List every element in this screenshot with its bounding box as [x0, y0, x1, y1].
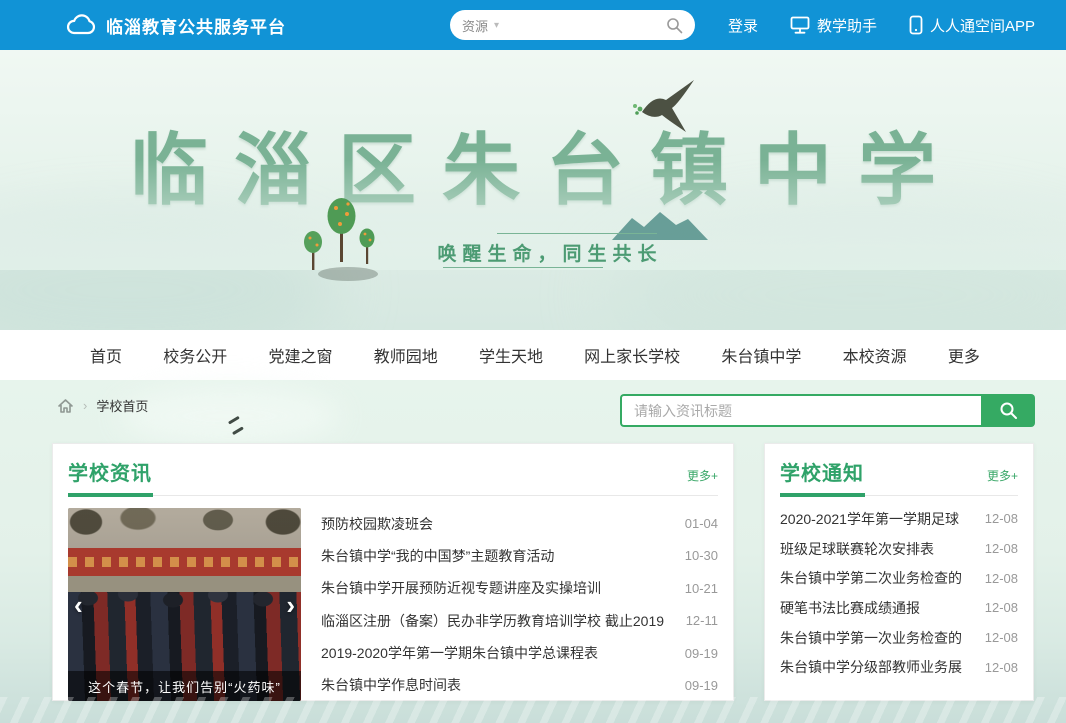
home-icon[interactable]: [57, 398, 74, 414]
content-area: › 学校首页 学校资讯 更多+: [0, 380, 1066, 723]
nav-item-more[interactable]: 更多: [948, 343, 980, 367]
brand-title: 临淄教育公共服务平台: [106, 13, 286, 38]
swallow-bird-icon: [628, 78, 700, 136]
school-notice-more-link[interactable]: 更多+: [987, 467, 1018, 486]
nav-item-teacher-garden[interactable]: 教师园地: [374, 343, 438, 367]
news-date: 09-19: [685, 678, 718, 693]
nav-item-zhutai-school[interactable]: 朱台镇中学: [721, 343, 801, 367]
login-link[interactable]: 登录: [728, 15, 758, 36]
school-notice-title: 学校通知: [780, 457, 864, 486]
slogan-line-top: [497, 233, 657, 234]
nav-item-party-building[interactable]: 党建之窗: [268, 343, 332, 367]
breadcrumb-separator: ›: [83, 398, 87, 413]
news-list-item[interactable]: 朱台镇中学开展预防近视专题讲座及实操培训 10-21: [321, 573, 718, 604]
app-link[interactable]: 人人通空间APP: [909, 15, 1035, 36]
school-news-body: 这个春节，让我们告别“火药味” ‹ › 预防校园欺凌班会 01-04 朱台镇中学…: [53, 496, 733, 715]
news-list-item[interactable]: 2019-2020学年第一学期朱台镇中学总课程表 09-19: [321, 638, 718, 669]
news-date: 10-30: [685, 548, 718, 563]
notice-list-item[interactable]: 班级足球联赛轮次安排表 12-08: [780, 534, 1018, 564]
breadcrumb: › 学校首页: [57, 396, 148, 415]
mountains-decoration: [612, 210, 708, 240]
news-list-item[interactable]: 朱台镇中学“我的中国梦”主题教育活动 10-30: [321, 540, 718, 571]
notice-list-item[interactable]: 朱台镇中学第一次业务检查的 12-08: [780, 623, 1018, 653]
top-bar: 临淄教育公共服务平台 资源 ▾ 登录: [0, 0, 1066, 50]
news-search-input[interactable]: [620, 394, 981, 427]
notice-date: 12-08: [985, 571, 1018, 586]
slogan-text: 唤醒生命，同生共长: [410, 239, 690, 266]
phone-icon: [909, 15, 923, 35]
top-search-pill[interactable]: 资源 ▾: [450, 10, 695, 40]
page: 临淄教育公共服务平台 资源 ▾ 登录: [0, 0, 1066, 723]
monitor-icon: [790, 16, 810, 34]
nav-item-home[interactable]: 首页: [90, 343, 122, 367]
hero-banner: 临淄区朱台镇中学: [0, 50, 1066, 330]
notice-date: 12-08: [985, 511, 1018, 526]
news-list-item[interactable]: 朱台镇中学作息时间表 09-19: [321, 670, 718, 701]
news-list-item[interactable]: 预防校园欺凌班会 01-04: [321, 508, 718, 539]
notice-date: 12-08: [985, 660, 1018, 675]
notice-list-item[interactable]: 2020-2021学年第一学期足球 12-08: [780, 504, 1018, 534]
news-list: 预防校园欺凌班会 01-04 朱台镇中学“我的中国梦”主题教育活动 10-30 …: [321, 508, 718, 701]
carousel-caption[interactable]: 这个春节，让我们告别“火药味”: [68, 671, 301, 701]
carousel-next-arrow[interactable]: ›: [286, 592, 295, 618]
top-links: 登录 教学助手 人人通: [728, 0, 1035, 50]
main-nav: 首页 校务公开 党建之窗 教师园地 学生天地 网上家长学校 朱台镇中学 本校资源…: [0, 330, 1066, 380]
news-date: 12-11: [686, 613, 718, 628]
notice-list: 2020-2021学年第一学期足球 12-08 班级足球联赛轮次安排表 12-0…: [765, 496, 1033, 692]
news-search-bar: [620, 394, 1035, 427]
school-news-header: 学校资讯 更多+: [53, 444, 733, 495]
divider: [780, 495, 1018, 496]
trees-decoration: [296, 188, 386, 288]
cloud-icon: [66, 14, 96, 36]
nav-item-school-affairs[interactable]: 校务公开: [163, 343, 227, 367]
magnifier-icon[interactable]: [666, 17, 683, 34]
magnifier-icon: [999, 401, 1018, 420]
school-notice-panel: 学校通知 更多+ 2020-2021学年第一学期足球 12-08 班级足球联赛轮…: [764, 443, 1034, 701]
news-carousel[interactable]: 这个春节，让我们告别“火药味” ‹ ›: [68, 508, 301, 701]
slogan-line-bottom: [443, 267, 603, 268]
school-news-panel: 学校资讯 更多+ 这个春节，让我们告别“火药味” ‹ ›: [52, 443, 734, 701]
notice-date: 12-08: [985, 541, 1018, 556]
news-list-item[interactable]: 临淄区注册（备案）民办非学历教育培训学校 截止2019 12-11: [321, 605, 718, 636]
news-date: 10-21: [685, 581, 718, 596]
school-notice-header: 学校通知 更多+: [765, 444, 1033, 495]
carousel-photo: [68, 548, 301, 576]
news-date: 09-19: [685, 646, 718, 661]
notice-date: 12-08: [985, 600, 1018, 615]
news-date: 01-04: [685, 516, 718, 531]
carousel-prev-arrow[interactable]: ‹: [74, 592, 83, 618]
school-news-title: 学校资讯: [68, 457, 152, 486]
nav-item-school-resources[interactable]: 本校资源: [843, 343, 907, 367]
news-search-button[interactable]: [981, 394, 1035, 427]
notice-list-item[interactable]: 朱台镇中学第二次业务检查的 12-08: [780, 563, 1018, 593]
nav-item-student-world[interactable]: 学生天地: [479, 343, 543, 367]
breadcrumb-current[interactable]: 学校首页: [96, 396, 148, 415]
nav-item-parent-school[interactable]: 网上家长学校: [584, 343, 680, 367]
brand[interactable]: 临淄教育公共服务平台: [66, 13, 286, 38]
notice-date: 12-08: [985, 630, 1018, 645]
chevron-down-icon: ▾: [494, 20, 499, 31]
search-category-select[interactable]: 资源: [462, 16, 488, 35]
school-news-more-link[interactable]: 更多+: [687, 467, 718, 486]
cards-row: 学校资讯 更多+ 这个春节，让我们告别“火药味” ‹ ›: [52, 443, 1034, 701]
notice-list-item[interactable]: 朱台镇中学分级部教师业务展 12-08: [780, 652, 1018, 682]
teaching-assistant-link[interactable]: 教学助手: [790, 15, 877, 36]
notice-list-item[interactable]: 硬笔书法比赛成绩通报 12-08: [780, 593, 1018, 623]
divider: [68, 495, 718, 496]
